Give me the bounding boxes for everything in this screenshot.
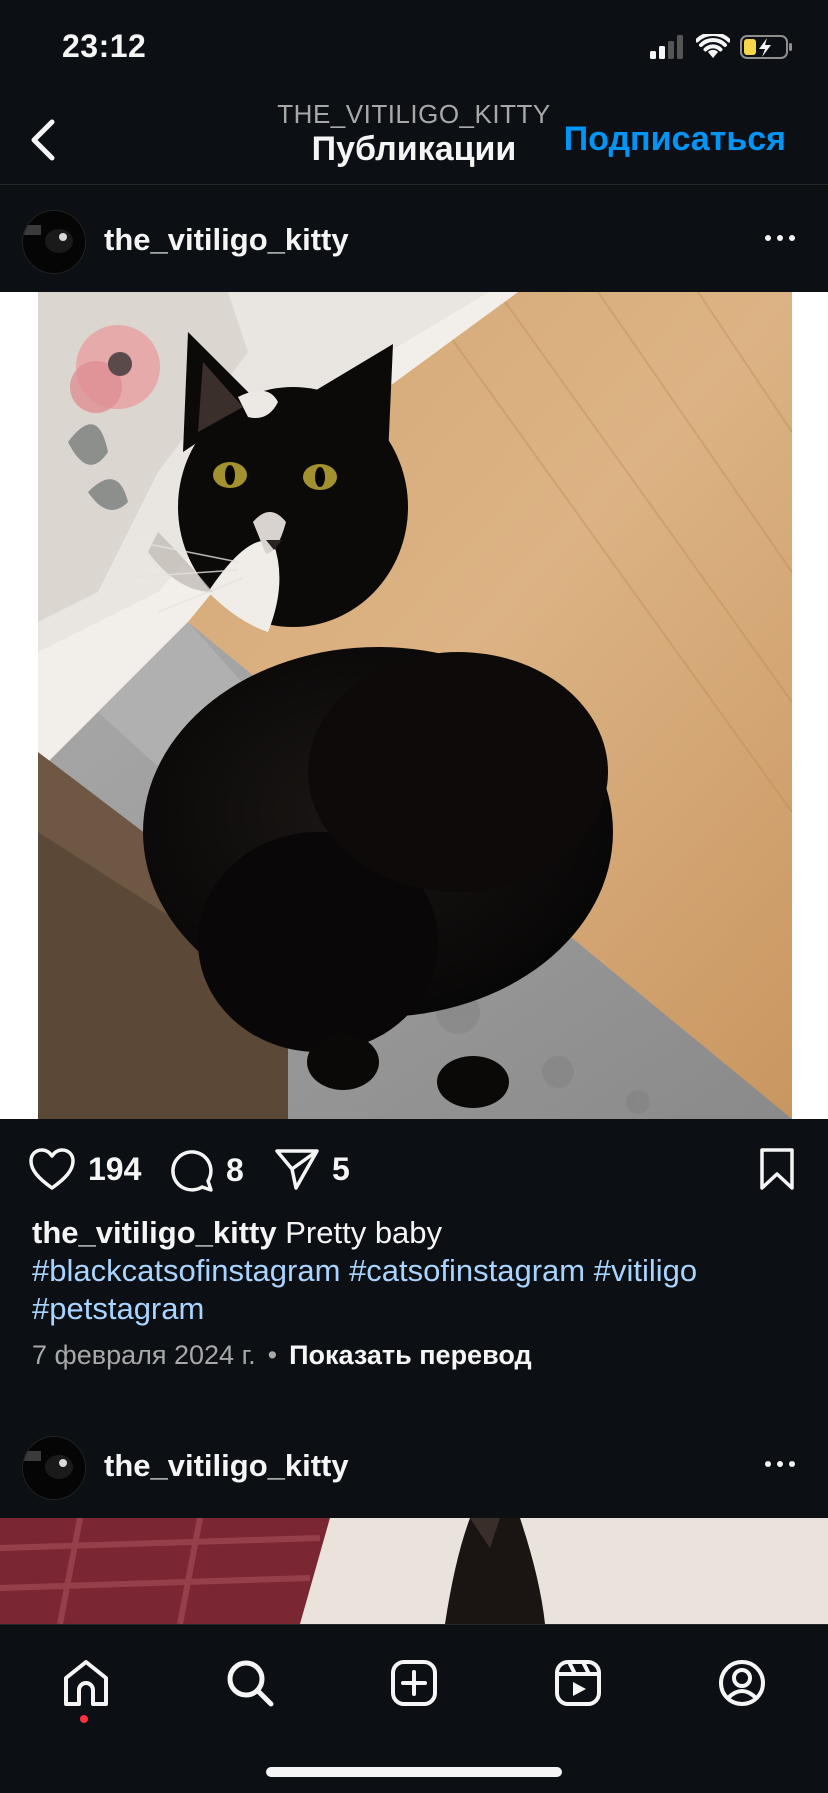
chevron-left-icon <box>31 119 55 161</box>
save-button[interactable] <box>758 1147 796 1191</box>
hashtag[interactable]: #catsofinstagram <box>349 1253 585 1288</box>
comment-icon <box>171 1150 213 1192</box>
top-header: THE_VITILIGO_KITTY Публикации Подписатьс… <box>0 96 828 185</box>
post-meta: 7 февраля 2024 г. • Показать перевод <box>32 1340 532 1371</box>
more-dot-icon <box>777 1461 783 1467</box>
post-username[interactable]: the_vitiligo_kitty <box>104 1448 349 1484</box>
avatar-image <box>23 1437 85 1499</box>
battery-charging-icon <box>740 35 792 59</box>
reels-icon <box>555 1660 601 1706</box>
heart-icon <box>29 1148 75 1190</box>
share-count: 5 <box>332 1150 350 1187</box>
comment-button[interactable]: 8 <box>168 1147 244 1193</box>
post-username[interactable]: the_vitiligo_kitty <box>104 222 349 258</box>
post-photo-preview <box>0 1518 828 1624</box>
nav-home[interactable] <box>54 1651 118 1715</box>
wifi-icon <box>696 34 730 58</box>
post-image[interactable] <box>0 1518 828 1624</box>
like-count: 194 <box>88 1150 142 1187</box>
post-header: the_vitiligo_kitty <box>0 188 828 288</box>
nav-profile[interactable] <box>710 1651 774 1715</box>
more-options-button[interactable] <box>758 1444 802 1484</box>
create-icon <box>391 1660 437 1706</box>
nav-search[interactable] <box>218 1651 282 1715</box>
share-button[interactable]: 5 <box>274 1147 350 1191</box>
bookmark-icon <box>760 1148 794 1190</box>
home-icon <box>64 1660 108 1706</box>
more-dot-icon <box>765 1461 771 1467</box>
more-dot-icon <box>789 1461 795 1467</box>
avatar[interactable] <box>22 210 86 274</box>
send-icon <box>275 1149 319 1190</box>
caption-username[interactable]: the_vitiligo_kitty <box>32 1215 277 1250</box>
search-icon <box>227 1660 274 1707</box>
more-dot-icon <box>765 235 771 241</box>
back-button[interactable] <box>20 116 64 164</box>
bottom-nav <box>0 1624 828 1793</box>
avatar-image <box>23 211 85 273</box>
avatar[interactable] <box>22 1436 86 1500</box>
post-image[interactable] <box>0 292 828 1119</box>
nav-create[interactable] <box>382 1651 446 1715</box>
more-dot-icon <box>789 235 795 241</box>
status-time: 23:12 <box>62 28 147 64</box>
like-button[interactable]: 194 <box>28 1147 141 1191</box>
show-translation-link[interactable]: Показать перевод <box>289 1340 532 1371</box>
caption-text: Pretty baby <box>285 1215 443 1250</box>
post-actions: 194 8 5 <box>0 1119 828 1219</box>
nav-reels[interactable] <box>546 1651 610 1715</box>
hashtag[interactable]: #petstagram <box>32 1291 204 1326</box>
post-date: 7 февраля 2024 г. <box>32 1340 256 1370</box>
more-dot-icon <box>777 235 783 241</box>
status-icons <box>650 34 794 60</box>
cellular-signal-icon <box>650 35 683 59</box>
meta-separator: • <box>267 1340 278 1370</box>
profile-icon <box>719 1660 765 1706</box>
post-caption: the_vitiligo_kitty Pretty baby #blackcat… <box>32 1214 802 1328</box>
post-header: the_vitiligo_kitty <box>0 1414 828 1514</box>
hashtag[interactable]: #blackcatsofinstagram <box>32 1253 340 1288</box>
post-photo <box>38 292 792 1119</box>
cat-photo <box>38 292 792 1119</box>
subscribe-button[interactable]: Подписаться <box>564 120 786 159</box>
hashtag[interactable]: #vitiligo <box>594 1253 697 1288</box>
comment-count: 8 <box>226 1151 244 1188</box>
more-options-button[interactable] <box>758 218 802 258</box>
home-indicator <box>266 1767 562 1777</box>
notification-dot <box>80 1715 88 1723</box>
